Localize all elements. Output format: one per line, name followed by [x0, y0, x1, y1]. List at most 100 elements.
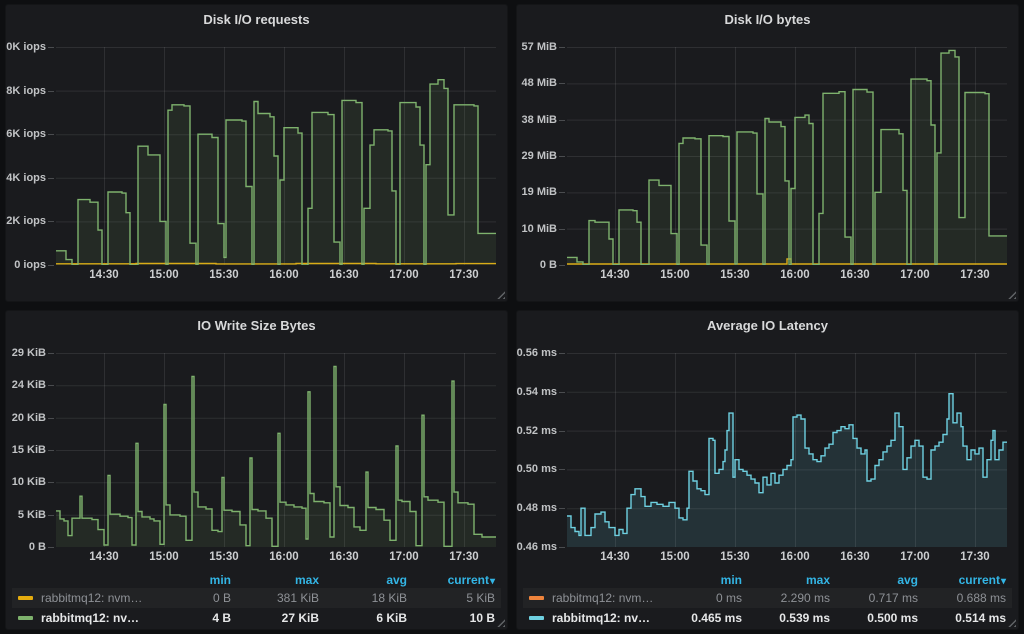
legend-sort-min[interactable]: min: [654, 573, 742, 587]
legend-avg-value: 6 KiB: [319, 611, 407, 625]
chart-canvas: [56, 353, 496, 547]
x-axis-label: 16:00: [269, 269, 298, 281]
panel-resize-handle[interactable]: [1007, 290, 1016, 299]
plot-area[interactable]: [567, 353, 1007, 547]
legend: minmaxavgcurrent▾rabbitmq12: nvme1n1: wr…: [523, 571, 1012, 628]
y-axis-tick: [559, 353, 565, 354]
plot-area[interactable]: [567, 47, 1007, 265]
y-axis-tick: [559, 392, 565, 393]
grafana-dashboard: Disk I/O requests 0 iops2K iops4K iops6K…: [0, 0, 1024, 634]
legend-series: rabbitmq12: nvme1n1: write: [529, 591, 654, 605]
legend-series-label[interactable]: rabbitmq12: nvme0n1: write: [552, 611, 654, 625]
legend-series-label[interactable]: rabbitmq12: nvme0n1: write: [41, 611, 143, 625]
x-axis: 14:3015:0015:3016:0016:3017:0017:30: [56, 551, 496, 567]
x-axis-label: 16:00: [269, 551, 298, 563]
y-axis-label: 19 MiB: [522, 186, 557, 198]
legend-min-value: 0 ms: [654, 591, 742, 605]
x-axis-label: 15:00: [149, 551, 178, 563]
legend-min-value: 0.465 ms: [654, 611, 742, 625]
x-axis-label: 17:00: [389, 551, 418, 563]
legend-header-label: min: [721, 573, 742, 587]
legend-sort-current[interactable]: current▾: [407, 573, 495, 587]
y-axis-tick: [559, 47, 565, 48]
y-axis-tick: [559, 229, 565, 230]
series-color-swatch[interactable]: [18, 596, 33, 600]
legend-min-value: 4 B: [143, 611, 231, 625]
legend-sort-avg[interactable]: avg: [830, 573, 918, 587]
legend-header-label: current: [959, 573, 1000, 587]
legend-sort-avg[interactable]: avg: [319, 573, 407, 587]
series-color-swatch[interactable]: [529, 596, 544, 600]
y-axis-label: 0.50 ms: [517, 463, 557, 475]
legend-sort-max[interactable]: max: [742, 573, 830, 587]
x-axis-label: 15:30: [209, 269, 238, 281]
x-axis-label: 14:30: [89, 551, 118, 563]
y-axis: 0 B5 KiB10 KiB15 KiB20 KiB24 KiB29 KiB: [6, 353, 56, 547]
plot-area[interactable]: [56, 47, 496, 265]
x-axis-label: 16:30: [840, 551, 869, 563]
legend-header-label: avg: [897, 573, 918, 587]
series-color-swatch[interactable]: [18, 616, 33, 620]
y-axis-tick: [559, 156, 565, 157]
y-axis-label: 0 B: [540, 259, 557, 271]
y-axis-label: 29 MiB: [522, 150, 557, 162]
y-axis-label: 10 MiB: [522, 223, 557, 235]
x-axis-label: 15:00: [149, 269, 178, 281]
panel-resize-handle[interactable]: [496, 290, 505, 299]
panel-disk-io-bytes: Disk I/O bytes 0 B 10 MiB 19 MiB 29 MiB 38 M…: [516, 4, 1019, 302]
y-axis-label: 4K iops: [6, 172, 46, 184]
y-axis-tick: [48, 482, 54, 483]
y-axis-tick: [48, 385, 54, 386]
y-axis-tick: [48, 221, 54, 222]
plot-area[interactable]: [56, 353, 496, 547]
series-fill-nvme0n1: [56, 366, 496, 547]
y-axis-label: 0 B: [29, 541, 46, 553]
y-axis-label: 0.46 ms: [517, 541, 557, 553]
legend-header-label: current: [448, 573, 489, 587]
panel-average-io-latency: Average IO Latency 0.46 ms 0.48 ms 0.50 ms…: [516, 310, 1019, 630]
x-axis-label: 17:00: [900, 269, 929, 281]
y-axis-label: 15 KiB: [12, 444, 46, 456]
y-axis-tick: [48, 134, 54, 135]
x-axis-label: 17:30: [449, 269, 478, 281]
legend-series-label[interactable]: rabbitmq12: nvme1n1: write: [552, 591, 654, 605]
legend-sort-current[interactable]: current▾: [918, 573, 1006, 587]
y-axis-tick: [559, 469, 565, 470]
panel-title[interactable]: Average IO Latency: [517, 318, 1018, 333]
legend-header-label: max: [295, 573, 319, 587]
y-axis-label: 38 MiB: [522, 114, 557, 126]
y-axis-label: 0.56 ms: [517, 347, 557, 359]
y-axis-label: 48 MiB: [522, 77, 557, 89]
series-color-swatch[interactable]: [529, 616, 544, 620]
legend-series: rabbitmq12: nvme1n1: write: [18, 591, 143, 605]
panel-title[interactable]: Disk I/O requests: [6, 12, 507, 27]
legend-row: rabbitmq12: nvme0n1: write4 B27 KiB6 KiB…: [12, 608, 501, 628]
sort-desc-icon: ▾: [490, 576, 495, 587]
legend-sort-max[interactable]: max: [231, 573, 319, 587]
x-axis-label: 14:30: [600, 269, 629, 281]
legend-header-label: min: [210, 573, 231, 587]
x-axis-label: 16:30: [329, 551, 358, 563]
y-axis-label: 0.48 ms: [517, 502, 557, 514]
legend-avg-value: 0.500 ms: [830, 611, 918, 625]
x-axis-label: 16:00: [780, 551, 809, 563]
y-axis-tick: [48, 178, 54, 179]
chart-canvas: [567, 353, 1007, 547]
y-axis-tick: [559, 508, 565, 509]
y-axis-tick: [48, 91, 54, 92]
legend-header-row: minmaxavgcurrent▾: [12, 571, 501, 588]
panel-title[interactable]: Disk I/O bytes: [517, 12, 1018, 27]
panel-io-write-size-bytes: IO Write Size Bytes 0 B5 KiB10 KiB15 KiB…: [5, 310, 508, 630]
legend-sort-min[interactable]: min: [143, 573, 231, 587]
y-axis-tick: [48, 265, 54, 266]
legend-series-label[interactable]: rabbitmq12: nvme1n1: write: [41, 591, 143, 605]
legend-row: rabbitmq12: nvme1n1: write0 ms2.290 ms0.…: [523, 588, 1012, 608]
y-axis-label: 6K iops: [6, 128, 46, 140]
x-axis: 14:3015:0015:3016:0016:3017:0017:30: [567, 551, 1007, 567]
panel-disk-io-requests: Disk I/O requests 0 iops2K iops4K iops6K…: [5, 4, 508, 302]
x-axis-label: 15:00: [660, 269, 689, 281]
panel-title[interactable]: IO Write Size Bytes: [6, 318, 507, 333]
legend-max-value: 27 KiB: [231, 611, 319, 625]
legend: minmaxavgcurrent▾rabbitmq12: nvme1n1: wr…: [12, 571, 501, 628]
y-axis-label: 29 KiB: [12, 347, 46, 359]
